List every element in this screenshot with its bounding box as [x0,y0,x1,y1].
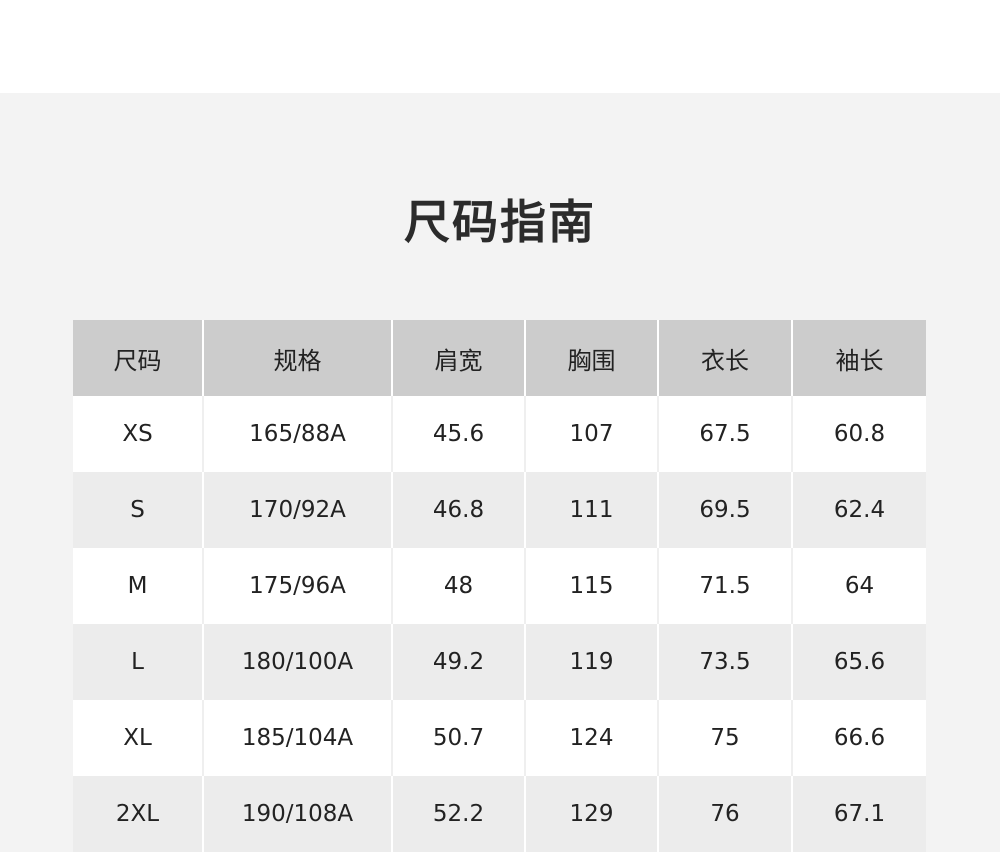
cell-sleeve-length: 64 [793,548,926,624]
header-spec: 规格 [204,320,393,396]
table-row: XL 185/104A 50.7 124 75 66.6 [73,700,926,776]
cell-spec: 180/100A [204,624,393,700]
page-title: 尺码指南 [404,195,596,249]
header-length: 衣长 [659,320,793,396]
cell-chest: 129 [526,776,659,852]
cell-chest: 119 [526,624,659,700]
header-sleeve-length: 袖长 [793,320,926,396]
cell-spec: 185/104A [204,700,393,776]
cell-shoulder-width: 45.6 [393,396,526,472]
cell-length: 73.5 [659,624,793,700]
cell-sleeve-length: 67.1 [793,776,926,852]
table-header-row: 尺码 规格 肩宽 胸围 衣长 袖长 [73,320,926,396]
table-row: 2XL 190/108A 52.2 129 76 67.1 [73,776,926,852]
cell-length: 71.5 [659,548,793,624]
table-row: XS 165/88A 45.6 107 67.5 60.8 [73,396,926,472]
cell-shoulder-width: 50.7 [393,700,526,776]
cell-spec: 165/88A [204,396,393,472]
table-row: M 175/96A 48 115 71.5 64 [73,548,926,624]
size-chart-table: 尺码 规格 肩宽 胸围 衣长 袖长 XS 165/88A 45.6 107 67… [73,320,926,852]
cell-chest: 124 [526,700,659,776]
top-band [0,0,1000,93]
cell-chest: 115 [526,548,659,624]
cell-length: 67.5 [659,396,793,472]
cell-length: 76 [659,776,793,852]
header-chest: 胸围 [526,320,659,396]
cell-shoulder-width: 46.8 [393,472,526,548]
cell-size: XS [73,396,204,472]
cell-size: 2XL [73,776,204,852]
cell-spec: 190/108A [204,776,393,852]
header-size: 尺码 [73,320,204,396]
table-row: S 170/92A 46.8 111 69.5 62.4 [73,472,926,548]
cell-size: XL [73,700,204,776]
table-row: L 180/100A 49.2 119 73.5 65.6 [73,624,926,700]
cell-size: L [73,624,204,700]
cell-size: S [73,472,204,548]
cell-sleeve-length: 60.8 [793,396,926,472]
cell-size: M [73,548,204,624]
cell-spec: 170/92A [204,472,393,548]
cell-shoulder-width: 48 [393,548,526,624]
cell-length: 75 [659,700,793,776]
cell-sleeve-length: 65.6 [793,624,926,700]
cell-sleeve-length: 66.6 [793,700,926,776]
cell-chest: 107 [526,396,659,472]
cell-sleeve-length: 62.4 [793,472,926,548]
cell-chest: 111 [526,472,659,548]
cell-length: 69.5 [659,472,793,548]
header-shoulder-width: 肩宽 [393,320,526,396]
cell-shoulder-width: 49.2 [393,624,526,700]
cell-shoulder-width: 52.2 [393,776,526,852]
cell-spec: 175/96A [204,548,393,624]
